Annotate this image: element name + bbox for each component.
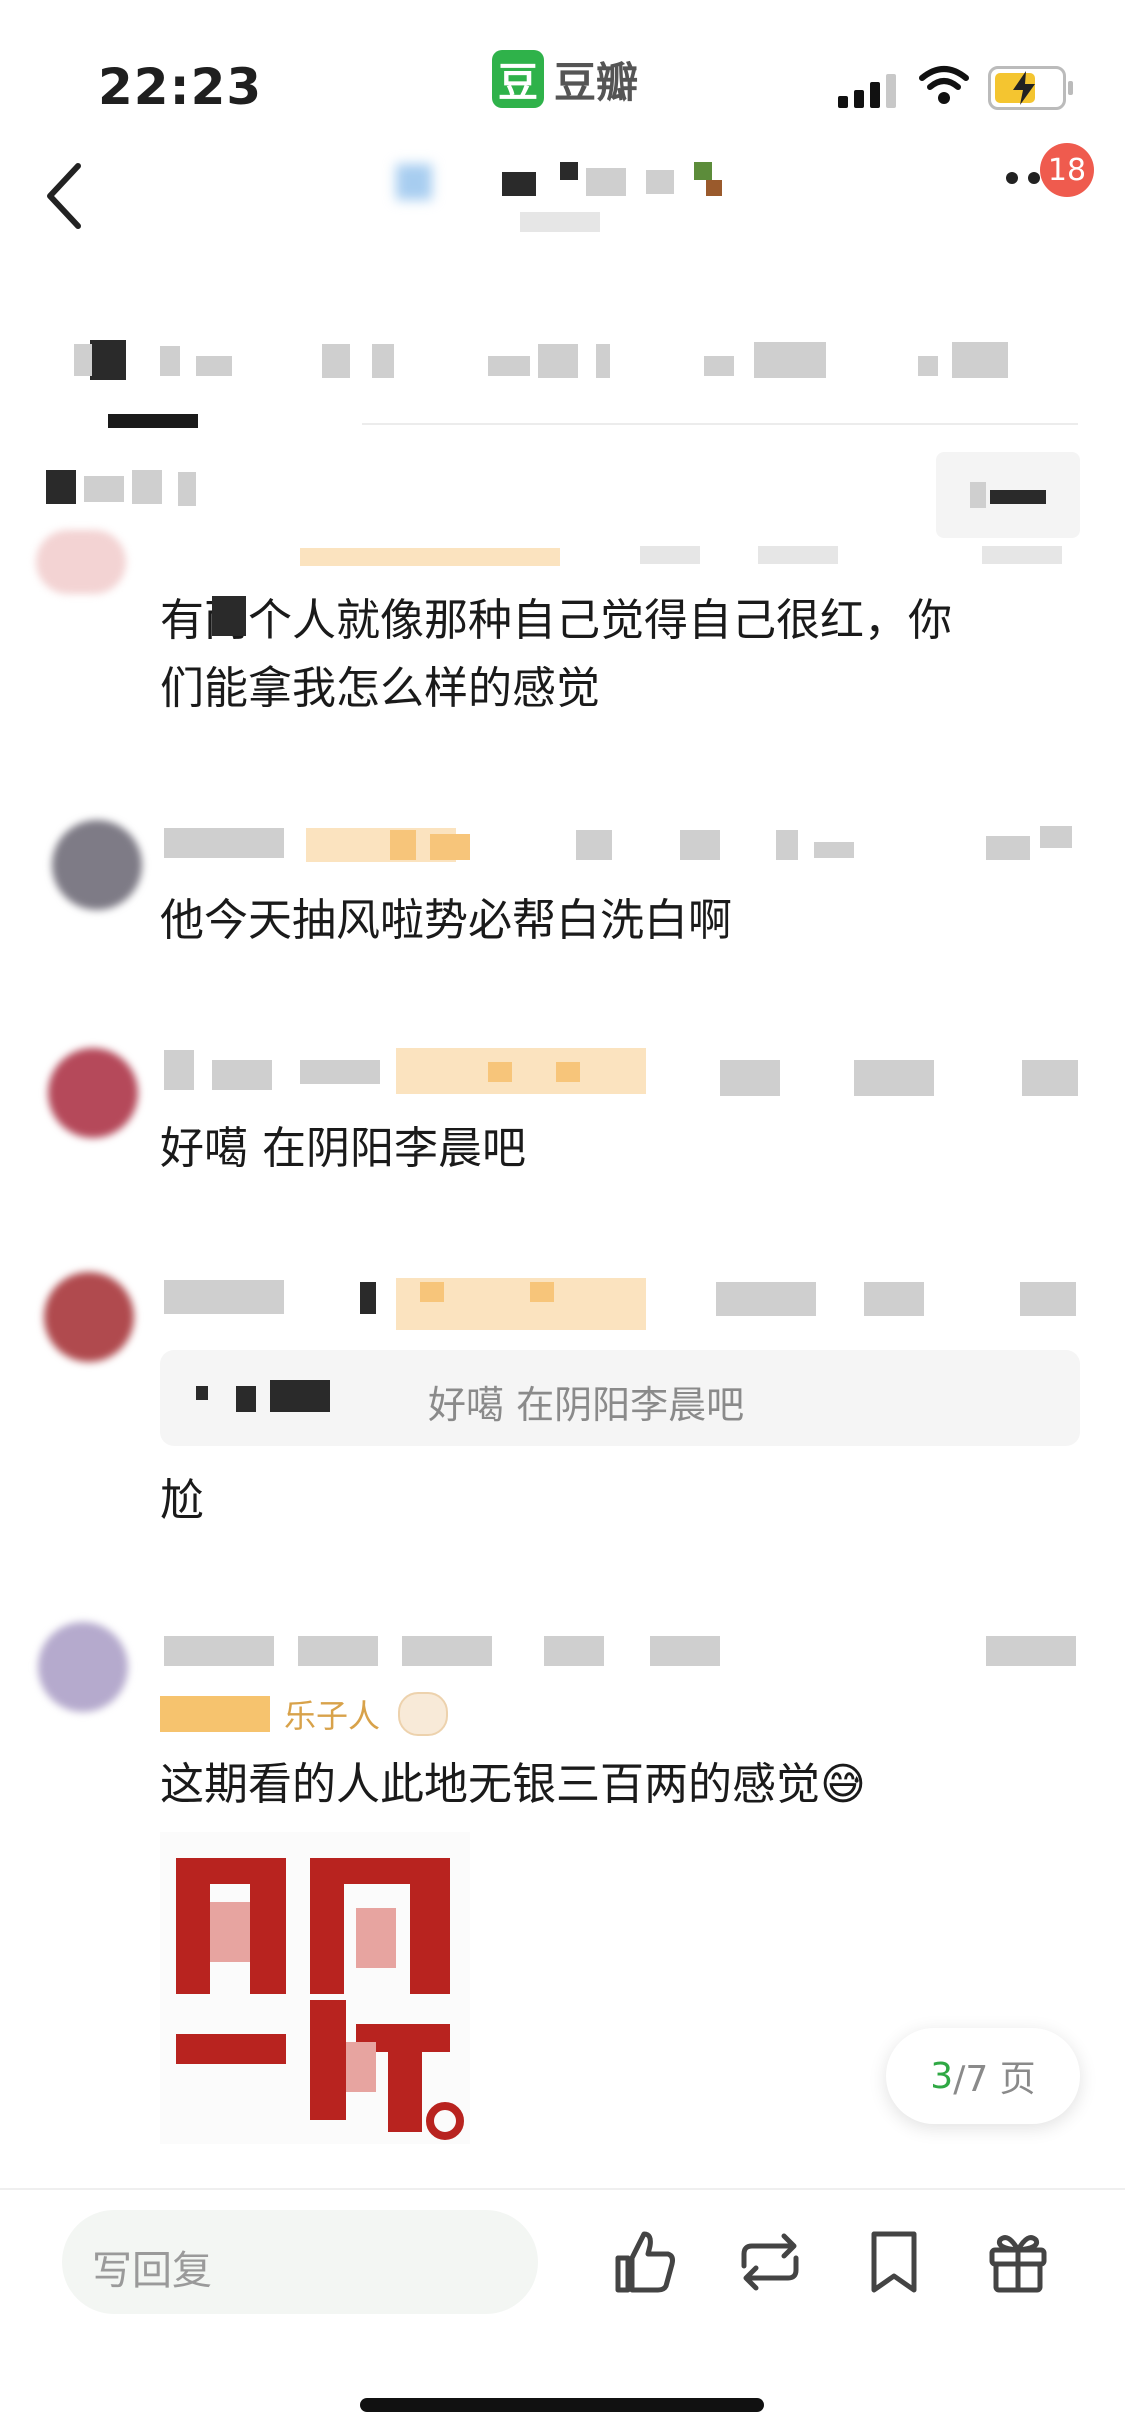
comment-text: 尬	[160, 1475, 204, 1526]
avatar[interactable]	[48, 1048, 138, 1138]
comment-sticker-image[interactable]	[160, 1832, 470, 2144]
brand-name: 豆瓣	[554, 57, 639, 107]
tabs-divider	[362, 423, 1078, 425]
comment-text: 们能拿我怎么样的感觉	[160, 663, 600, 714]
avatar[interactable]	[36, 530, 126, 594]
avatar[interactable]	[44, 1272, 134, 1362]
user-badge: 乐子人	[160, 1692, 449, 1736]
like-icon[interactable]	[610, 2226, 682, 2298]
comment-text: 他今天抽风啦势必帮白洗白啊	[160, 895, 732, 946]
avatar[interactable]	[38, 1622, 128, 1712]
reply-input[interactable]: 写回复	[62, 2210, 538, 2314]
reply-placeholder: 写回复	[92, 2248, 212, 2294]
comment-text: 这期看的人此地无银三百两的感觉😅	[160, 1759, 866, 1810]
comment-text: 有两个人就像那种自己觉得自己很红，你	[160, 595, 952, 646]
home-indicator	[360, 2398, 764, 2412]
bookmark-icon[interactable]	[858, 2226, 930, 2298]
bottom-divider	[0, 2188, 1125, 2190]
quoted-reply[interactable]: 好噶 在阴阳李晨吧	[160, 1350, 1080, 1446]
douban-logo-icon: 豆	[492, 50, 544, 108]
status-time: 22:23	[98, 58, 263, 116]
sort-toggle[interactable]	[936, 452, 1080, 538]
app-brand: 豆 豆瓣	[492, 48, 638, 110]
back-chevron-icon[interactable]	[44, 160, 84, 232]
active-tab-indicator	[108, 414, 198, 428]
notification-badge: 18	[1040, 143, 1094, 197]
repost-icon[interactable]	[734, 2226, 806, 2298]
page-indicator[interactable]: 3/7 页	[886, 2028, 1080, 2124]
page-total: /7 页	[953, 2059, 1036, 2100]
gift-icon[interactable]	[982, 2226, 1054, 2298]
quoted-text: 好噶 在阴阳李晨吧	[428, 1383, 745, 1427]
comment-text: 好噶 在阴阳李晨吧	[160, 1123, 526, 1174]
page-current: 3	[930, 2055, 954, 2097]
battery-icon	[988, 66, 1073, 110]
user-badge-label: 乐子人	[284, 1697, 381, 1735]
wifi-icon	[919, 66, 969, 104]
cellular-signal-icon	[838, 72, 896, 108]
rabbit-badge-icon	[398, 1692, 449, 1736]
avatar[interactable]	[52, 820, 142, 910]
